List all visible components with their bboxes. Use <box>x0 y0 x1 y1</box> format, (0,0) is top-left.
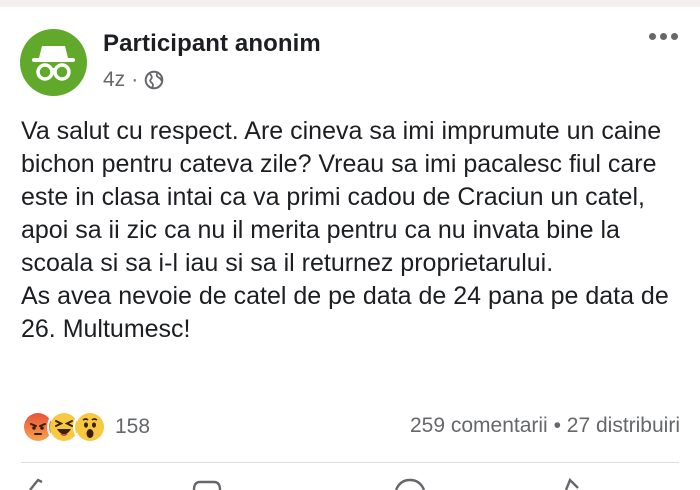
post-meta: 4z · <box>103 68 164 92</box>
messenger-icon[interactable] <box>394 478 426 490</box>
engagement-counts: 259 comentarii • 27 distribuiri <box>410 414 680 438</box>
incognito-icon <box>32 46 75 81</box>
dot <box>671 33 678 40</box>
counts-separator: • <box>553 414 561 437</box>
divider <box>21 462 679 463</box>
dot <box>660 33 667 40</box>
shares-count[interactable]: 27 distribuiri <box>567 414 680 437</box>
avatar[interactable] <box>20 29 87 96</box>
post-text: Va salut cu respect. Are cineva sa imi i… <box>21 115 691 346</box>
meta-separator: · <box>131 68 139 91</box>
post-paragraph: Va salut cu respect. Are cineva sa imi i… <box>21 117 662 277</box>
globe-icon <box>144 70 164 90</box>
more-dots-icon[interactable] <box>649 33 678 40</box>
share-icon[interactable] <box>556 478 580 490</box>
wow-reaction-icon <box>73 410 107 444</box>
comments-count[interactable]: 259 comentarii <box>410 414 548 437</box>
reactions-summary[interactable]: 158 <box>21 410 150 444</box>
top-strip <box>0 0 700 7</box>
action-bar <box>0 470 700 490</box>
reaction-count: 158 <box>115 415 151 438</box>
post-time[interactable]: 4z <box>103 68 125 92</box>
comment-icon[interactable] <box>192 478 222 490</box>
author-name[interactable]: Participant anonim <box>103 30 321 58</box>
like-icon[interactable] <box>28 478 50 490</box>
dot <box>649 33 656 40</box>
post-paragraph: As avea nevoie de catel de pe data de 24… <box>21 282 669 343</box>
